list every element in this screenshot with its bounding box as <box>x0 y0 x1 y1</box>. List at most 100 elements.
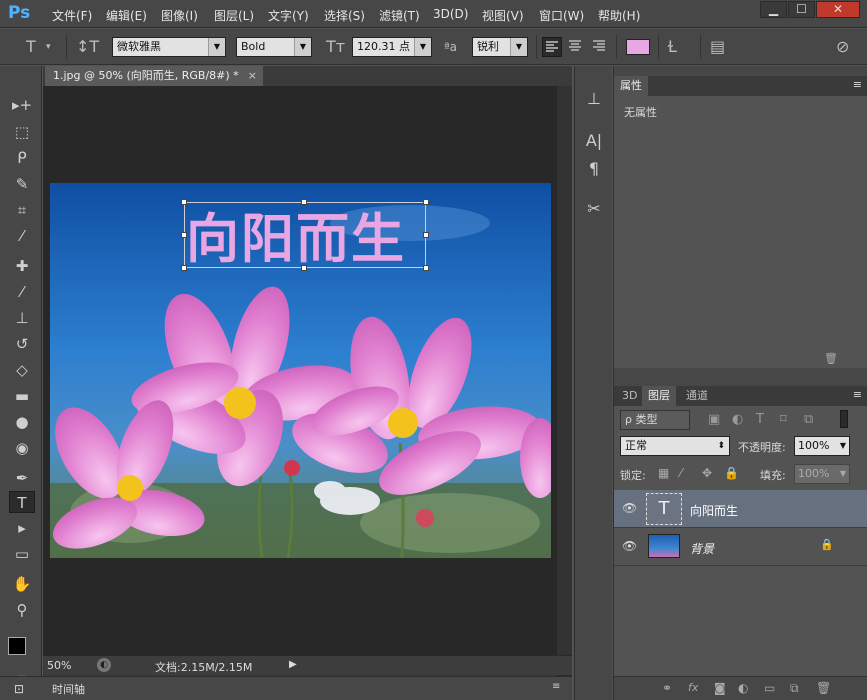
character-panel-icon[interactable]: ▤ <box>710 37 725 56</box>
tab-properties[interactable]: 属性 <box>614 76 648 96</box>
delete-layer-icon[interactable]: 🗑 <box>816 681 831 695</box>
transform-handle[interactable] <box>181 232 187 238</box>
move-tool-icon[interactable]: ▸+ <box>9 94 35 116</box>
filter-type-icon[interactable]: T <box>756 412 764 427</box>
font-family-select[interactable]: 微软雅黑 ▼ <box>112 37 226 57</box>
path-selection-tool-icon[interactable]: ▸ <box>9 517 35 539</box>
transform-handle[interactable] <box>423 265 429 271</box>
transform-handle[interactable] <box>423 232 429 238</box>
hand-tool-icon[interactable]: ✋ <box>9 573 35 595</box>
antialias-select[interactable]: 锐利 ▼ <box>472 37 528 57</box>
timeline-collapse-icon[interactable]: ⊡ <box>14 682 24 696</box>
zoom-tool-icon[interactable]: ⚲ <box>9 599 35 621</box>
menu-type[interactable]: 文字(Y) <box>268 7 309 24</box>
cancel-icon[interactable]: ⊘ <box>836 37 849 56</box>
filter-toggle[interactable] <box>840 410 848 428</box>
lock-position-icon[interactable]: ✥ <box>702 466 712 480</box>
paragraph-panel-icon[interactable]: ¶ <box>581 158 607 180</box>
fill-input[interactable]: 100% ▼ <box>794 464 850 484</box>
history-brush-tool-icon[interactable]: ↺ <box>9 333 35 355</box>
trash-icon[interactable]: 🗑 <box>824 352 838 365</box>
menu-file[interactable]: 文件(F) <box>52 7 92 24</box>
new-layer-icon[interactable]: ⧉ <box>790 681 799 696</box>
crop-tool-icon[interactable]: ⌗ <box>9 199 35 221</box>
panel-menu-icon[interactable]: ≡ <box>853 78 862 91</box>
transform-handle[interactable] <box>181 265 187 271</box>
menu-image[interactable]: 图像(I) <box>161 7 198 24</box>
minimize-button[interactable]: ▁ <box>760 1 787 18</box>
canvas[interactable]: 向阳而生 <box>50 183 551 558</box>
close-button[interactable]: ✕ <box>816 1 860 18</box>
adjustment-layer-icon[interactable]: ◐ <box>738 681 748 695</box>
canvas-text-layer[interactable]: 向阳而生 <box>186 197 426 273</box>
zoom-level[interactable]: 50% <box>47 659 71 672</box>
preset-arrow-icon[interactable]: ▾ <box>46 42 51 52</box>
type-tool-preset-icon[interactable]: T <box>26 37 36 56</box>
menu-help[interactable]: 帮助(H) <box>598 7 640 24</box>
add-mask-icon[interactable]: ◙ <box>714 681 726 695</box>
transform-handle[interactable] <box>181 199 187 205</box>
dodge-tool-icon[interactable]: ◉ <box>9 437 35 459</box>
maximize-button[interactable]: ☐ <box>788 1 815 18</box>
text-color-swatch[interactable] <box>626 39 650 55</box>
layer-filter-select[interactable]: ρ 类型 <box>620 410 690 430</box>
rectangle-tool-icon[interactable]: ▭ <box>9 543 35 565</box>
menu-select[interactable]: 选择(S) <box>324 7 365 24</box>
visibility-eye-icon[interactable]: 👁 <box>622 539 637 553</box>
font-size-select[interactable]: 120.31 点 ▼ <box>352 37 432 57</box>
layer-row-text[interactable]: 👁 T 向阳而生 <box>614 490 867 528</box>
warp-text-icon[interactable]: Ɫ <box>668 37 677 56</box>
tab-layers[interactable]: 图层 <box>642 386 676 406</box>
foreground-color-swatch[interactable] <box>8 637 26 655</box>
filter-pixel-icon[interactable]: ▣ <box>708 412 720 427</box>
marquee-tool-icon[interactable]: ⬚ <box>9 121 35 143</box>
clone-stamp-tool-icon[interactable]: ⊥ <box>9 307 35 329</box>
quick-selection-tool-icon[interactable]: ✎ <box>9 173 35 195</box>
tab-close-icon[interactable]: × <box>248 66 257 86</box>
filter-adjustment-icon[interactable]: ◐ <box>732 412 743 427</box>
menu-view[interactable]: 视图(V) <box>482 7 524 24</box>
layer-name[interactable]: 背景 <box>690 540 714 557</box>
type-tool-icon[interactable]: T <box>9 491 35 513</box>
lasso-tool-icon[interactable]: ᑭ <box>9 147 35 169</box>
eraser-tool-icon[interactable]: ◇ <box>9 359 35 381</box>
font-style-select[interactable]: Bold ▼ <box>236 37 312 57</box>
eyedropper-tool-icon[interactable]: ⁄ <box>9 225 35 247</box>
menu-layer[interactable]: 图层(L) <box>214 7 254 24</box>
timeline-label[interactable]: 时间轴 <box>52 681 85 697</box>
blend-mode-select[interactable]: 正常 ⬍ <box>620 436 730 456</box>
gradient-tool-icon[interactable]: ▬ <box>9 385 35 407</box>
menu-filter[interactable]: 滤镜(T) <box>379 7 420 24</box>
align-center-button[interactable] <box>566 37 586 57</box>
document-tab[interactable]: 1.jpg @ 50% (向阳而生, RGB/8#) * × <box>45 66 263 86</box>
menu-edit[interactable]: 编辑(E) <box>106 7 147 24</box>
status-menu-arrow-icon[interactable]: ▶ <box>289 659 297 670</box>
tool-presets-icon[interactable]: ✂ <box>581 198 607 220</box>
layer-style-icon[interactable]: fx <box>688 681 698 694</box>
text-orientation-icon[interactable]: ↕T <box>76 37 99 56</box>
blur-tool-icon[interactable]: ● <box>9 411 35 433</box>
panel-menu-icon[interactable]: ≡ <box>853 388 862 401</box>
lock-image-icon[interactable]: ⁄ <box>680 466 682 480</box>
visibility-eye-icon[interactable]: 👁 <box>622 501 637 515</box>
align-left-button[interactable] <box>542 37 562 57</box>
brush-tool-icon[interactable]: ⁄ <box>9 281 35 303</box>
opacity-input[interactable]: 100% ▼ <box>794 436 850 456</box>
filter-smart-object-icon[interactable]: ⧉ <box>804 412 813 427</box>
panel-menu-icon[interactable]: ≡ <box>552 681 560 692</box>
menu-window[interactable]: 窗口(W) <box>539 7 584 24</box>
pen-tool-icon[interactable]: ✒ <box>9 467 35 489</box>
align-right-button[interactable] <box>590 37 610 57</box>
transform-handle[interactable] <box>301 199 307 205</box>
filter-shape-icon[interactable]: ⌑ <box>780 412 787 427</box>
layer-row-background[interactable]: 👁 背景 🔒 <box>614 528 867 566</box>
transform-handle[interactable] <box>301 265 307 271</box>
tab-channels[interactable]: 通道 <box>680 386 714 406</box>
vertical-scrollbar[interactable] <box>557 86 572 675</box>
link-layers-icon[interactable]: ⚭ <box>662 681 672 695</box>
lock-transparent-icon[interactable]: ▦ <box>658 466 669 480</box>
menu-3d[interactable]: 3D(D) <box>433 7 468 21</box>
healing-brush-tool-icon[interactable]: ✚ <box>9 255 35 277</box>
history-panel-icon[interactable]: ⊥ <box>581 88 607 110</box>
status-info-icon[interactable]: ◐ <box>97 658 111 672</box>
